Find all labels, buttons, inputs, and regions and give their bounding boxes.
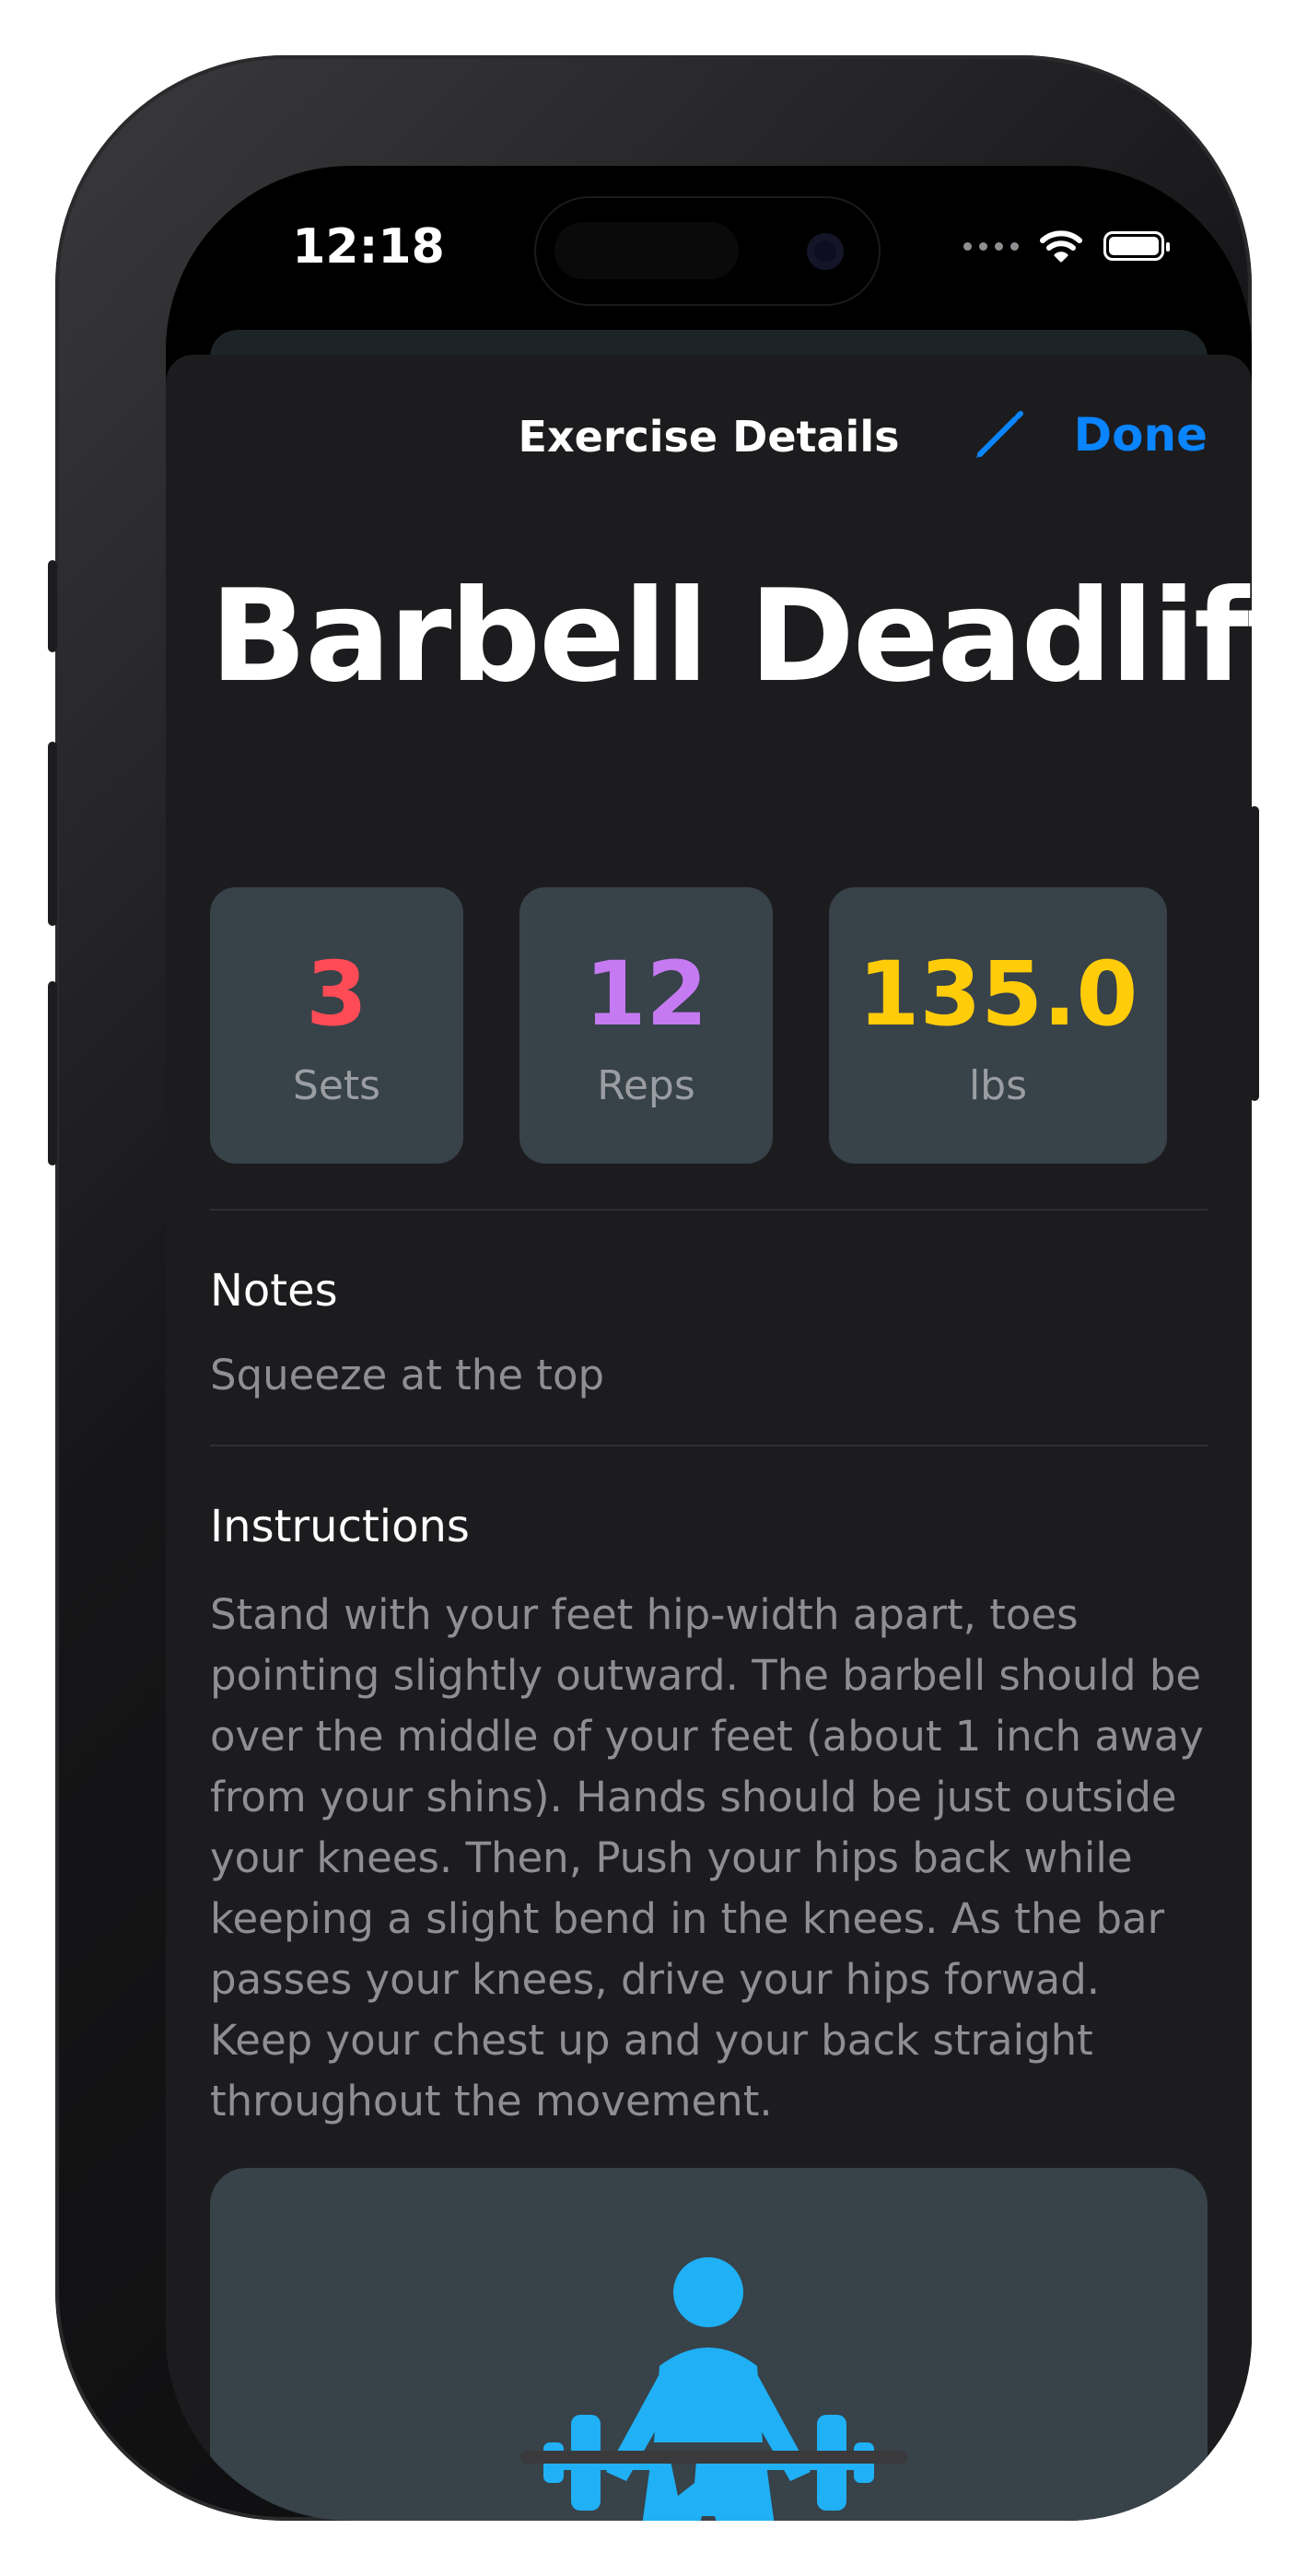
weight-unit-label: lbs [968,1062,1028,1109]
dynamic-island [536,198,879,304]
exercise-details-sheet: Exercise Details Done Barbell Deadlift 3… [166,355,1252,2521]
sets-value: 3 [306,943,368,1046]
battery-icon [1103,231,1170,261]
volume-down-button [48,981,57,1165]
weight-card: 135.0 lbs [829,887,1167,1164]
sets-label: Sets [292,1062,381,1109]
instructions-text: Stand with your feet hip-width apart, to… [210,1590,1204,2125]
done-button[interactable]: Done [1074,408,1208,462]
home-indicator[interactable] [520,2451,907,2464]
weightlifter-icon [543,2257,874,2521]
instructions-heading: Instructions [210,1501,470,1552]
pencil-icon [976,411,1023,458]
volume-up-button [48,742,57,926]
notes-text: Squeeze at the top [210,1351,605,1399]
status-icons [963,228,1170,263]
reps-card: 12 Reps [519,887,773,1164]
edit-button[interactable] [967,403,1032,467]
status-time: 12:18 [292,219,445,275]
action-button [48,560,57,652]
reps-value: 12 [584,943,708,1046]
divider [210,1445,1208,1446]
camera-icon [807,233,844,270]
weight-value: 135.0 [858,943,1138,1046]
wifi-icon [1040,230,1082,263]
exercise-illustration [210,2168,1208,2521]
screen: 12:18 Exercise Details Done Barbell Dead… [166,166,1252,2521]
exercise-name: Barbell Deadlift [210,562,1252,710]
sets-card: 3 Sets [210,887,463,1164]
signal-dots-icon [963,241,1019,251]
notes-heading: Notes [210,1265,338,1317]
phone-frame: 12:18 Exercise Details Done Barbell Dead… [48,55,1259,2521]
reps-label: Reps [597,1062,695,1109]
divider [210,1209,1208,1211]
